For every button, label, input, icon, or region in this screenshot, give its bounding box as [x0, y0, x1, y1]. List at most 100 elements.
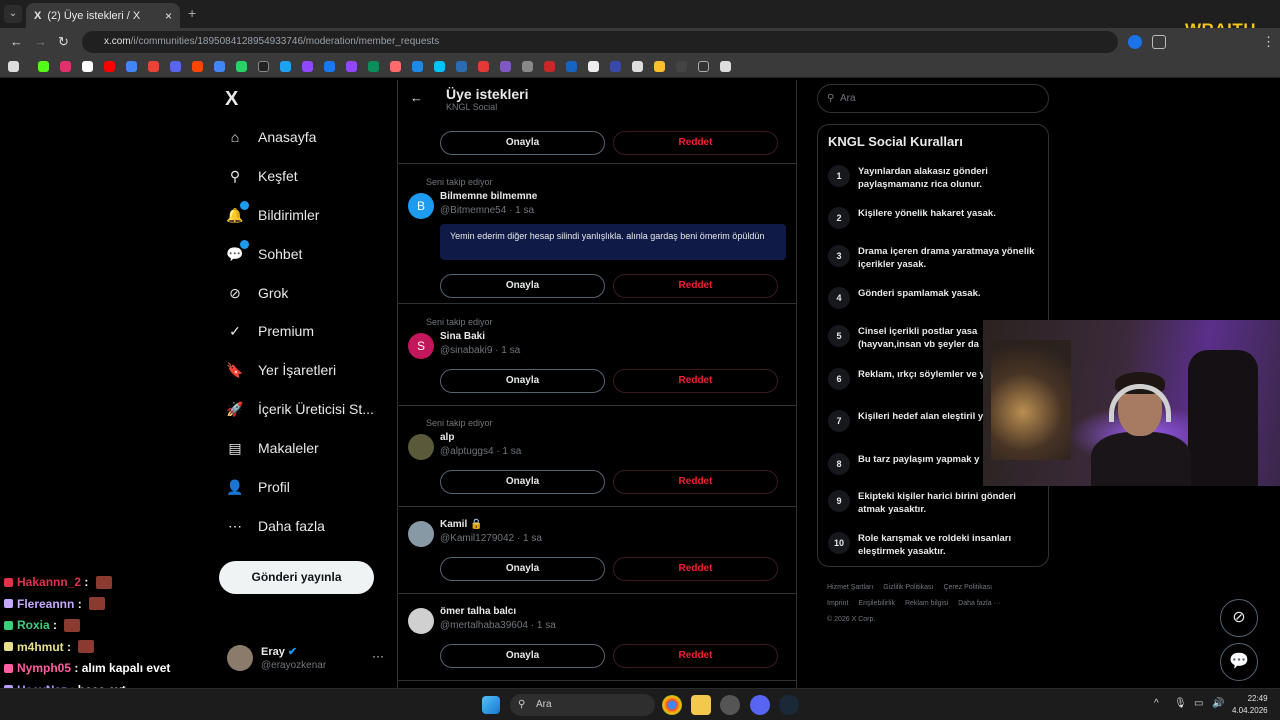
discord-icon[interactable]: [750, 695, 770, 715]
avatar[interactable]: [408, 434, 434, 460]
footer-link[interactable]: Çerez Politikası: [943, 584, 992, 591]
bookmark-site9-icon[interactable]: [544, 61, 555, 72]
avatar[interactable]: [408, 608, 434, 634]
bookmark-link-icon[interactable]: [280, 61, 291, 72]
bookmark-site8-icon[interactable]: [522, 61, 533, 72]
bookmark-discord-icon[interactable]: [170, 61, 181, 72]
reject-button[interactable]: Reddet: [613, 369, 778, 393]
sidebar-item-8[interactable]: ▤ Makaleler: [226, 439, 318, 457]
browser-menu-icon[interactable]: ⋮: [1262, 34, 1275, 50]
approve-button[interactable]: Onayla: [440, 369, 605, 393]
sidebar-item-4[interactable]: ⊘ Grok: [226, 284, 288, 302]
sidebar-item-2[interactable]: 🔔 Bildirimler: [226, 201, 319, 224]
tray-chevron-icon[interactable]: ^: [1154, 698, 1159, 709]
footer-link[interactable]: Hizmet Şartları: [827, 584, 873, 591]
bookmark-translate-icon[interactable]: [214, 61, 225, 72]
bookmark-whatsapp-icon[interactable]: [236, 61, 247, 72]
bookmark-twitch2-icon[interactable]: [346, 61, 357, 72]
reload-icon[interactable]: ↻: [58, 34, 69, 50]
bookmark-site7-icon[interactable]: [500, 61, 511, 72]
avatar[interactable]: S: [408, 333, 434, 359]
account-switcher[interactable]: Eray ✔ @erayozkenar ···: [227, 643, 387, 677]
forward-arrow-icon[interactable]: →: [34, 34, 47, 49]
bookmark-instagram-icon[interactable]: [60, 61, 71, 72]
reject-button[interactable]: Reddet: [613, 131, 778, 155]
bookmark-site-icon[interactable]: [368, 61, 379, 72]
mic-icon[interactable]: 🎙: [1174, 698, 1187, 709]
approve-button[interactable]: Onayla: [440, 274, 605, 298]
bookmark-site2-icon[interactable]: [390, 61, 401, 72]
sidebar-item-7[interactable]: 🚀 İçerik Üreticisi St...: [226, 400, 374, 418]
bookmark-youtube-icon[interactable]: [104, 61, 115, 72]
sidebar-item-0[interactable]: ⌂ Anasayfa: [226, 128, 317, 146]
grok-fab-icon[interactable]: ⊘: [1220, 599, 1258, 637]
reject-button[interactable]: Reddet: [613, 557, 778, 581]
taskbar-search[interactable]: ⚲ Ara: [510, 694, 655, 716]
bookmark-steam-icon[interactable]: [258, 61, 269, 72]
bookmark-site15-icon[interactable]: [676, 61, 687, 72]
bookmark-site13-icon[interactable]: [632, 61, 643, 72]
clock[interactable]: 22:49 4.04.2026: [1232, 693, 1268, 717]
chrome-icon[interactable]: [662, 695, 682, 715]
user-name[interactable]: Kamil 🔒: [440, 519, 482, 530]
sidebar-item-9[interactable]: 👤 Profil: [226, 478, 290, 496]
network-icon[interactable]: ▭: [1194, 698, 1203, 709]
reject-button[interactable]: Reddet: [613, 644, 778, 668]
steam-icon[interactable]: [779, 695, 799, 715]
user-name[interactable]: alp: [440, 432, 454, 443]
back-arrow-icon[interactable]: ←: [410, 90, 423, 105]
user-name[interactable]: Bilmemne bilmemne: [440, 191, 537, 202]
bookmark-site12-icon[interactable]: [610, 61, 621, 72]
bookmark-reddit-icon[interactable]: [192, 61, 203, 72]
footer-link[interactable]: Daha fazla ···: [958, 600, 1000, 607]
app-icon[interactable]: [720, 695, 740, 715]
bookmark-twitch-icon[interactable]: [302, 61, 313, 72]
reject-button[interactable]: Reddet: [613, 470, 778, 494]
footer-link[interactable]: Imprint: [827, 600, 848, 607]
bookmark-site4-icon[interactable]: [434, 61, 445, 72]
user-name[interactable]: ömer talha balcı: [440, 606, 516, 617]
bookmark-site10-icon[interactable]: [566, 61, 577, 72]
bookmark-site11-icon[interactable]: [588, 61, 599, 72]
bookmark-site17-icon[interactable]: [720, 61, 731, 72]
browser-tab[interactable]: X (2) Üye istekleri / X ×: [26, 3, 180, 28]
footer-link[interactable]: Reklam bilgisi: [905, 600, 948, 607]
messages-fab-icon[interactable]: 💬: [1220, 643, 1258, 681]
approve-button[interactable]: Onayla: [440, 557, 605, 581]
bookmark-facebook-icon[interactable]: [324, 61, 335, 72]
bookmark-x-icon[interactable]: [82, 61, 93, 72]
bookmark-site6-icon[interactable]: [478, 61, 489, 72]
sidebar-item-3[interactable]: 💬 Sohbet: [226, 240, 302, 263]
extension-icon[interactable]: [1128, 35, 1142, 49]
bookmark-site14-icon[interactable]: [654, 61, 665, 72]
extensions-puzzle-icon[interactable]: [1152, 35, 1166, 49]
post-button[interactable]: Gönderi yayınla: [219, 561, 374, 594]
footer-link[interactable]: Erişilebilirlik: [858, 600, 895, 607]
footer-link[interactable]: Gizlilik Politikası: [883, 584, 933, 591]
tab-search-button[interactable]: ⌄: [4, 5, 22, 23]
sidebar-item-6[interactable]: 🔖 Yer İşaretleri: [226, 361, 336, 379]
bookmark-site16-icon[interactable]: [698, 61, 709, 72]
windows-start-icon[interactable]: [482, 696, 500, 714]
bookmark-google-icon[interactable]: [126, 61, 137, 72]
file-explorer-icon[interactable]: [691, 695, 711, 715]
bookmark-site5-icon[interactable]: [456, 61, 467, 72]
new-tab-button[interactable]: +: [188, 5, 196, 21]
approve-button[interactable]: Onayla: [440, 131, 605, 155]
x-logo-icon[interactable]: X: [225, 88, 238, 111]
apps-grid-icon[interactable]: [8, 61, 19, 72]
bookmark-site3-icon[interactable]: [412, 61, 423, 72]
sidebar-item-1[interactable]: ⚲ Keşfet: [226, 167, 298, 185]
account-more-icon[interactable]: ···: [372, 649, 384, 663]
bookmark-gmail-icon[interactable]: [148, 61, 159, 72]
avatar[interactable]: [408, 521, 434, 547]
approve-button[interactable]: Onayla: [440, 644, 605, 668]
sidebar-item-5[interactable]: ✓ Premium: [226, 322, 314, 340]
avatar[interactable]: B: [408, 193, 434, 219]
back-arrow-icon[interactable]: ←: [10, 34, 23, 49]
tab-close-icon[interactable]: ×: [165, 9, 172, 23]
user-name[interactable]: Sina Baki: [440, 331, 485, 342]
approve-button[interactable]: Onayla: [440, 470, 605, 494]
reject-button[interactable]: Reddet: [613, 274, 778, 298]
volume-icon[interactable]: 🔊: [1212, 698, 1224, 709]
